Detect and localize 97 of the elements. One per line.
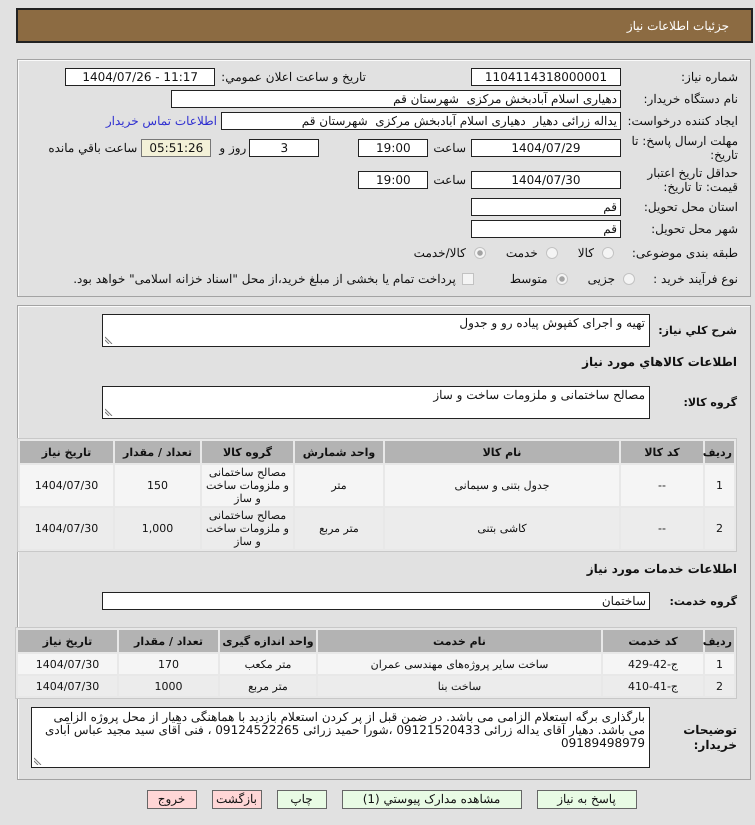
action-button[interactable]: خروج xyxy=(146,790,196,809)
goods-group-textarea[interactable]: مصالح ساختمانی و ملزومات ساخت و ساز xyxy=(102,386,650,419)
section-heading: اطلاعات کالاهاي مورد نیاز xyxy=(580,355,737,369)
column-header: واحد اندازه گیری xyxy=(220,630,316,652)
province-field[interactable]: قم xyxy=(471,198,621,216)
field-label: روز و xyxy=(219,141,246,155)
table-cell: 2 xyxy=(705,508,734,549)
column-header: گروه کالا xyxy=(202,441,293,463)
table-cell: متر xyxy=(295,465,383,506)
field-label: نام دستگاه خریدار: xyxy=(642,92,738,106)
table-cell: ساخت سایر پروژه‌های مهندسی عمران xyxy=(318,654,601,674)
radio-button[interactable] xyxy=(546,247,558,259)
checkbox[interactable] xyxy=(462,273,474,285)
column-header: کد خدمت xyxy=(603,630,703,652)
field-label: طبقه بندی موضوعی: xyxy=(630,246,738,260)
table-cell: متر مربع xyxy=(220,676,316,696)
resize-grip-icon[interactable] xyxy=(34,757,42,765)
field-label: مهلت ارسال پاسخ: تا تاریخ: xyxy=(630,134,738,162)
service-group-field[interactable]: ساختمان xyxy=(102,592,650,610)
table-cell: ج-42-429 xyxy=(603,654,703,674)
resize-grip-icon[interactable] xyxy=(105,408,113,416)
date-field[interactable]: 1404/07/29 xyxy=(471,139,621,157)
buyer-org-field[interactable]: دهیاری اسلام آبادبخش مرکزی شهرستان قم xyxy=(171,90,621,108)
column-header: کد کالا xyxy=(621,441,703,463)
resize-grip-icon[interactable] xyxy=(105,336,113,344)
radio-button[interactable] xyxy=(623,273,635,285)
field-label: تاریخ و ساعت اعلان عمومي: xyxy=(221,70,366,84)
date-field[interactable]: 1404/07/30 xyxy=(471,171,621,189)
option-label: کالا xyxy=(578,246,594,260)
action-button[interactable]: بازگشت xyxy=(212,790,262,809)
checkbox-label: پرداخت تمام یا بخشی از مبلغ خرید،از محل "اسناد خزانه اسلامی" خواهد بود. xyxy=(73,272,456,286)
column-header: تاریخ نیاز xyxy=(18,630,117,652)
table-cell: ج-41-410 xyxy=(603,676,703,696)
field-label: ساعت xyxy=(433,141,466,155)
table-cell: مصالح ساختمانی و ملزومات ساخت و ساز xyxy=(202,508,293,549)
table-cell: 1404/07/30 xyxy=(18,654,117,674)
option-label: جزیی xyxy=(588,272,615,286)
field-label: شهر محل تحویل: xyxy=(650,222,738,236)
action-button[interactable]: چاپ xyxy=(276,790,326,809)
days-field[interactable]: 3 xyxy=(249,139,320,157)
column-header: واحد شمارش xyxy=(295,441,383,463)
action-button[interactable]: مشاهده مدارک پیوستي (1) xyxy=(342,790,522,809)
field-label: شماره نیاز: xyxy=(680,70,738,84)
field-label: گروه خدمت: xyxy=(668,594,737,608)
table-cell: 1 xyxy=(705,654,734,674)
table-cell: -- xyxy=(621,465,703,506)
option-label: کالا/خدمت xyxy=(414,246,466,260)
table-cell: 170 xyxy=(119,654,218,674)
table-cell: متر مکعب xyxy=(220,654,316,674)
field-label: نوع فرآیند خرید : xyxy=(652,272,738,286)
field-label: ساعت xyxy=(433,173,466,187)
table-cell: کاشی بتنی xyxy=(385,508,619,549)
table-cell: 1404/07/30 xyxy=(18,676,117,696)
column-header: ردیف xyxy=(705,441,734,463)
announcement-date-field[interactable]: 1404/07/26 - 11:17 xyxy=(65,68,216,86)
radio-button[interactable] xyxy=(556,273,568,285)
city-field[interactable]: قم xyxy=(471,220,621,238)
column-header: تعداد / مقدار xyxy=(115,441,200,463)
remaining-time-field[interactable]: 05:51:26 xyxy=(141,139,212,157)
radio-button[interactable] xyxy=(474,247,486,259)
table-cell: مصالح ساختمانی و ملزومات ساخت و ساز xyxy=(202,465,293,506)
radio-button[interactable] xyxy=(602,247,614,259)
field-label: ایجاد کننده درخواست: xyxy=(626,114,738,128)
table-cell: -- xyxy=(621,508,703,549)
column-header: ردیف xyxy=(705,630,734,652)
table-cell: ساخت بنا xyxy=(318,676,601,696)
field-label: حداقل تاریخ اعتبار قیمت: تا تاریخ: xyxy=(646,166,738,194)
time-field[interactable]: 19:00 xyxy=(358,139,428,157)
table-cell: 1404/07/30 xyxy=(20,508,113,549)
column-header: نام کالا xyxy=(385,441,619,463)
need-number-field[interactable]: 1104114318000001 xyxy=(471,68,621,86)
table-cell: متر مربع xyxy=(295,508,383,549)
requester-field[interactable]: یداله زرائی دهیار دهیاری اسلام آبادبخش مرکزی شهرستان قم xyxy=(221,112,621,130)
option-label: خدمت xyxy=(506,246,538,260)
table-cell: 1 xyxy=(705,465,734,506)
field-label: توضیحات خریدار: xyxy=(682,722,737,752)
column-header: تعداد / مقدار xyxy=(119,630,218,652)
field-label: شرح کلي نیاز: xyxy=(657,323,737,338)
buyer-contact-link[interactable]: اطلاعات تماس خریدار xyxy=(106,114,217,128)
option-label: متوسط xyxy=(510,272,548,286)
section-heading: اطلاعات خدمات مورد نیاز xyxy=(585,562,737,576)
table-cell: 1,000 xyxy=(115,508,200,549)
buyer-notes-textarea[interactable]: بارگذاری برگه استعلام الزامی می باشد. در ضمن قبل از پر کردن استعلام بازدید با هماهنگی دهیار از محل پروژه الزامی می باشد. دهیار آقای یداله زرائی 09121520433 ،شورا حمید زرائی 09124522265 ، فنی آقای سید مجید عباس آبادی 09189498979 xyxy=(31,707,650,768)
field-label: گروه کالا: xyxy=(682,395,737,410)
column-header: نام خدمت xyxy=(318,630,601,652)
time-field[interactable]: 19:00 xyxy=(358,171,428,189)
page-title: جزئیات اطلاعات نیاز xyxy=(626,18,729,32)
table-cell: جدول بتنی و سیمانی xyxy=(385,465,619,506)
table-cell: 1000 xyxy=(119,676,218,696)
table-cell: 150 xyxy=(115,465,200,506)
column-header: تاریخ نیاز xyxy=(20,441,113,463)
table-cell: 2 xyxy=(705,676,734,696)
field-label: استان محل تحویل: xyxy=(642,200,738,214)
field-label: ساعت باقي مانده xyxy=(48,141,138,155)
description-textarea[interactable]: تهیه و اجرای کفپوش پیاده رو و جدول xyxy=(102,314,650,347)
action-button[interactable]: پاسخ به نیاز xyxy=(536,790,636,809)
table-cell: 1404/07/30 xyxy=(20,465,113,506)
